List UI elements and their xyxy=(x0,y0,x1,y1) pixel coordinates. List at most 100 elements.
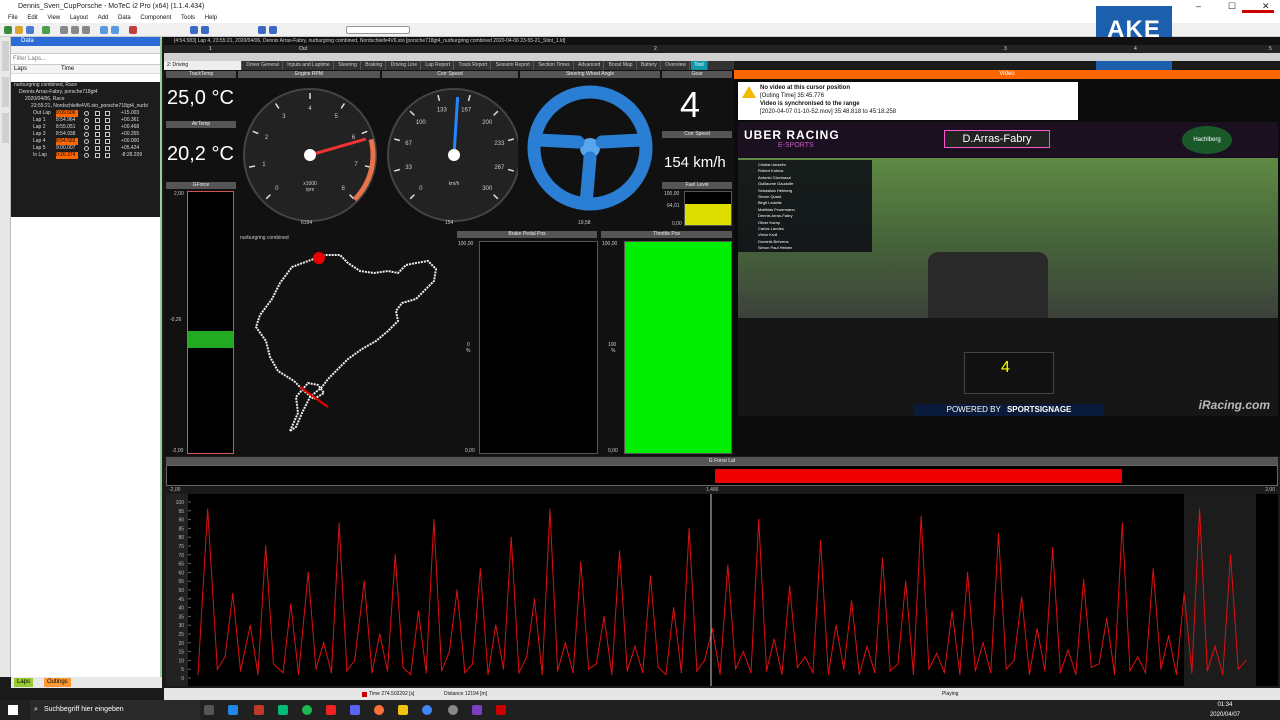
cursor-icon[interactable] xyxy=(111,26,119,34)
sidebar-tab-layouts[interactable] xyxy=(2,113,9,143)
menu-layout[interactable]: Layout xyxy=(70,15,88,21)
lap-radio[interactable] xyxy=(84,146,89,151)
new-icon[interactable] xyxy=(4,26,12,34)
tree-venue[interactable]: nurburgring combined, Race xyxy=(11,82,160,89)
lap-row[interactable]: Lap 2 8:55.051 +00.468 xyxy=(11,124,160,131)
lap-checkbox[interactable] xyxy=(95,132,100,137)
tab-track-report[interactable]: Track Report xyxy=(456,61,492,70)
tab-battery[interactable]: Battery xyxy=(638,61,661,70)
refresh-icon[interactable] xyxy=(42,26,50,34)
lap-checkbox[interactable] xyxy=(105,153,110,158)
lap-checkbox[interactable] xyxy=(105,111,110,116)
sidebar-tab-channels[interactable] xyxy=(2,41,9,71)
lap-checkbox[interactable] xyxy=(95,153,100,158)
tab-outings[interactable]: Outings xyxy=(44,678,71,687)
tab-braking[interactable]: Braking xyxy=(362,61,387,70)
menu-component[interactable]: Component xyxy=(140,15,171,21)
time-plot[interactable]: 100 95 90 85 80 75 70 65 60 55 50 45 40 35 30 25 20 15 10 5… xyxy=(166,494,1278,686)
open-icon[interactable] xyxy=(15,26,23,34)
menu-help[interactable]: Help xyxy=(205,15,217,21)
filter-laps-input[interactable]: Filter Laps... xyxy=(11,54,160,65)
tab-advanced[interactable]: Advanced xyxy=(575,61,605,70)
lap-checkbox[interactable] xyxy=(105,139,110,144)
spotify-icon[interactable] xyxy=(302,705,312,715)
tab-steering[interactable]: Steering xyxy=(335,61,361,70)
outing-ruler-right[interactable]: 3 4 5 xyxy=(734,45,1280,53)
tab-session-report[interactable]: Session Report xyxy=(493,61,534,70)
folder-icon[interactable] xyxy=(398,705,408,715)
lap-radio[interactable] xyxy=(84,118,89,123)
outing-ruler[interactable]: Out 1 2 xyxy=(164,45,734,53)
worksheet-select[interactable]: 2: Driving xyxy=(164,61,242,70)
lap-checkbox[interactable] xyxy=(105,118,110,123)
task-view-icon[interactable] xyxy=(204,705,214,715)
browser-icon[interactable] xyxy=(278,705,288,715)
tab-inputs-laptime[interactable]: Inputs and Laptime xyxy=(284,61,334,70)
lap-checkbox[interactable] xyxy=(95,125,100,130)
lap-row[interactable]: Out Lap 9:09.606 +15.003 xyxy=(11,110,160,117)
firefox-icon[interactable] xyxy=(374,705,384,715)
tab-laps[interactable]: Laps xyxy=(14,678,34,687)
minimize-icon[interactable]: – xyxy=(1196,0,1201,13)
lap-row[interactable]: Lap 3 8:54.938 +00.355 xyxy=(11,131,160,138)
motec-icon[interactable] xyxy=(326,705,336,715)
play-icon[interactable] xyxy=(190,26,198,34)
time-plot-svg[interactable]: 1009590858075706560555045403530252015105… xyxy=(166,494,1278,686)
windows-start-icon[interactable] xyxy=(8,705,18,715)
menu-add[interactable]: Add xyxy=(98,15,109,21)
lap-row[interactable]: Lap 1 8:54.964 +00.361 xyxy=(11,117,160,124)
copy-icon[interactable] xyxy=(71,26,79,34)
tab-driving-line[interactable]: Driving Line xyxy=(388,61,421,70)
tab-boost-map[interactable]: Boost Map xyxy=(606,61,637,70)
motec-i2-icon[interactable] xyxy=(496,705,506,715)
sidebar-tab-reports[interactable] xyxy=(2,77,9,107)
lap-checkbox[interactable] xyxy=(105,125,110,130)
tree-driver[interactable]: Dennis Arras-Fabry, porsche718gt4 xyxy=(11,89,160,96)
lap-checkbox[interactable] xyxy=(105,146,110,151)
search-box[interactable]: ⌕ Suchbegriff hier eingeben xyxy=(30,700,200,720)
lap-radio[interactable] xyxy=(84,111,89,116)
menu-tools[interactable]: Tools xyxy=(181,15,195,21)
tab-driver-general[interactable]: Driver General xyxy=(243,61,283,70)
step-icon[interactable] xyxy=(201,26,209,34)
tab-lap-report[interactable]: Lap Report xyxy=(422,61,455,70)
lap-row[interactable]: Lap 5 9:00.007 +05.424 xyxy=(11,145,160,152)
lap-checkbox[interactable] xyxy=(105,132,110,137)
lap-radio[interactable] xyxy=(84,132,89,137)
maximize-icon[interactable]: ☐ xyxy=(1228,0,1236,13)
track-map[interactable] xyxy=(238,245,454,455)
tab-section-times[interactable]: Section Times xyxy=(535,61,574,70)
tab-overview[interactable]: Overview xyxy=(662,61,691,70)
chrome-icon[interactable] xyxy=(422,705,432,715)
back-icon[interactable] xyxy=(258,26,266,34)
app2-icon[interactable] xyxy=(472,705,482,715)
video-frame[interactable]: UBER RACING E-SPORTS D.Arras-Fabry Hachl… xyxy=(738,122,1278,416)
zoom-icon[interactable] xyxy=(100,26,108,34)
menu-edit[interactable]: Edit xyxy=(27,15,37,21)
menu-data[interactable]: Data xyxy=(118,15,131,21)
discord-icon[interactable] xyxy=(350,705,360,715)
lap-checkbox[interactable] xyxy=(95,118,100,123)
cut-icon[interactable] xyxy=(60,26,68,34)
paste-icon[interactable] xyxy=(82,26,90,34)
lap-row[interactable]: Lap 4 8:54.583 +00.000 xyxy=(11,138,160,145)
forward-icon[interactable] xyxy=(269,26,277,34)
clock-app-icon[interactable] xyxy=(448,705,458,715)
lap-radio[interactable] xyxy=(84,153,89,158)
lap-checkbox[interactable] xyxy=(95,139,100,144)
tab-tool[interactable]: Tool xyxy=(691,61,708,70)
range-combo[interactable] xyxy=(346,26,410,34)
mail-icon[interactable] xyxy=(228,705,238,715)
tree-outing[interactable]: 23:55:21, Nordschleife4V6.sto_porsche718… xyxy=(11,103,160,110)
lap-radio[interactable] xyxy=(84,139,89,144)
tree-session[interactable]: 2020/04/06, Race xyxy=(11,96,160,103)
menu-view[interactable]: View xyxy=(47,15,60,21)
lap-row[interactable]: In Lap 0:26.374 -8:28.209 xyxy=(11,152,160,159)
lap-checkbox[interactable] xyxy=(95,146,100,151)
lap-checkbox[interactable] xyxy=(95,111,100,116)
lap-radio[interactable] xyxy=(84,125,89,130)
save-icon[interactable] xyxy=(26,26,34,34)
app-icon[interactable] xyxy=(254,705,264,715)
menu-file[interactable]: File xyxy=(8,15,18,21)
marker-icon[interactable] xyxy=(129,26,137,34)
